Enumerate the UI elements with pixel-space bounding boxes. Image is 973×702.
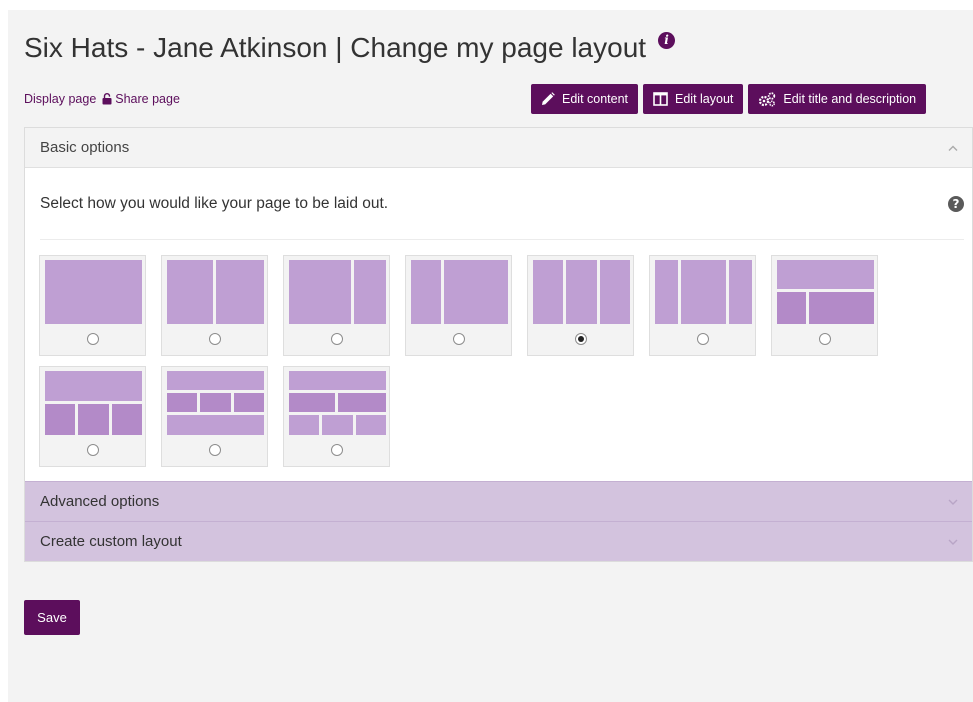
- layout-radio[interactable]: [697, 333, 709, 345]
- advanced-options-title: Advanced options: [40, 493, 160, 510]
- info-icon[interactable]: i: [658, 31, 676, 49]
- help-icon[interactable]: ?: [948, 195, 964, 212]
- layout-option-three-equal-columns[interactable]: [527, 255, 634, 356]
- edit-title-label: Edit title and description: [783, 92, 917, 106]
- layout-radio[interactable]: [87, 333, 99, 345]
- layout-prompt-row: Select how you would like your page to b…: [40, 168, 964, 240]
- display-page-link[interactable]: Display page: [24, 92, 96, 106]
- layout-radio[interactable]: [453, 333, 465, 345]
- layout-option-one-column[interactable]: [39, 255, 146, 356]
- layout-thumbnail: [533, 260, 630, 324]
- edit-content-button[interactable]: Edit content: [531, 84, 639, 114]
- layout-options-panel: Basic options Select how you would like …: [24, 127, 973, 562]
- layout-thumbnail: [45, 260, 142, 324]
- layout-thumbnail: [167, 371, 264, 435]
- layout-option-two-columns-wide-right[interactable]: [405, 255, 512, 356]
- page-title: Six Hats - Jane Atkinson | Change my pag…: [24, 32, 647, 63]
- basic-options-header[interactable]: Basic options: [25, 128, 972, 168]
- layout-option-three-columns-wide-middle[interactable]: [649, 255, 756, 356]
- chevron-down-icon: [948, 499, 958, 505]
- layout-radio[interactable]: [331, 333, 343, 345]
- layout-option-row-two-columns-three-columns[interactable]: [283, 366, 390, 467]
- layout-option-two-columns-wide-left[interactable]: [283, 255, 390, 356]
- save-button[interactable]: Save: [24, 600, 80, 635]
- cogs-icon: [759, 91, 776, 107]
- edit-layout-button[interactable]: Edit layout: [643, 84, 744, 114]
- basic-options-body: Select how you would like your page to b…: [25, 168, 972, 481]
- chevron-down-icon: [948, 539, 958, 545]
- layout-radio[interactable]: [819, 333, 831, 345]
- layout-prompt: Select how you would like your page to b…: [40, 194, 389, 212]
- layout-radio[interactable]: [209, 333, 221, 345]
- layout-radio[interactable]: [87, 444, 99, 456]
- page-header: Six Hats - Jane Atkinson | Change my pag…: [24, 31, 676, 64]
- chevron-up-icon: [948, 145, 958, 151]
- lock-icon: [102, 93, 112, 105]
- layout-radio[interactable]: [331, 444, 343, 456]
- layout-thumbnail: [655, 260, 752, 324]
- layout-choices: [25, 240, 905, 467]
- layout-radio[interactable]: [209, 444, 221, 456]
- layout-radio-selected[interactable]: [575, 333, 587, 345]
- edit-content-label: Edit content: [562, 92, 629, 106]
- edit-layout-label: Edit layout: [675, 92, 734, 106]
- layout-thumbnail: [45, 371, 142, 435]
- share-page-link[interactable]: Share page: [115, 92, 180, 106]
- layout-thumbnail: [777, 260, 874, 324]
- layout-thumbnail: [289, 371, 386, 435]
- columns-icon: [653, 92, 668, 106]
- advanced-options-header[interactable]: Advanced options: [25, 481, 972, 521]
- layout-thumbnail: [411, 260, 508, 324]
- layout-option-two-equal-columns[interactable]: [161, 255, 268, 356]
- basic-options-title: Basic options: [40, 139, 130, 156]
- page-links: Display page Share page: [24, 92, 180, 106]
- layout-option-one-row-then-three-columns[interactable]: [39, 366, 146, 467]
- layout-thumbnail: [289, 260, 386, 324]
- layout-option-one-row-then-two-columns[interactable]: [771, 255, 878, 356]
- custom-layout-title: Create custom layout: [40, 533, 182, 550]
- layout-thumbnail: [167, 260, 264, 324]
- layout-option-row-three-columns-row[interactable]: [161, 366, 268, 467]
- page-toolbar: Edit content Edit layout Edit title and …: [531, 84, 927, 114]
- pencil-icon: [542, 92, 555, 105]
- edit-title-button[interactable]: Edit title and description: [748, 84, 927, 114]
- custom-layout-header[interactable]: Create custom layout: [25, 521, 972, 561]
